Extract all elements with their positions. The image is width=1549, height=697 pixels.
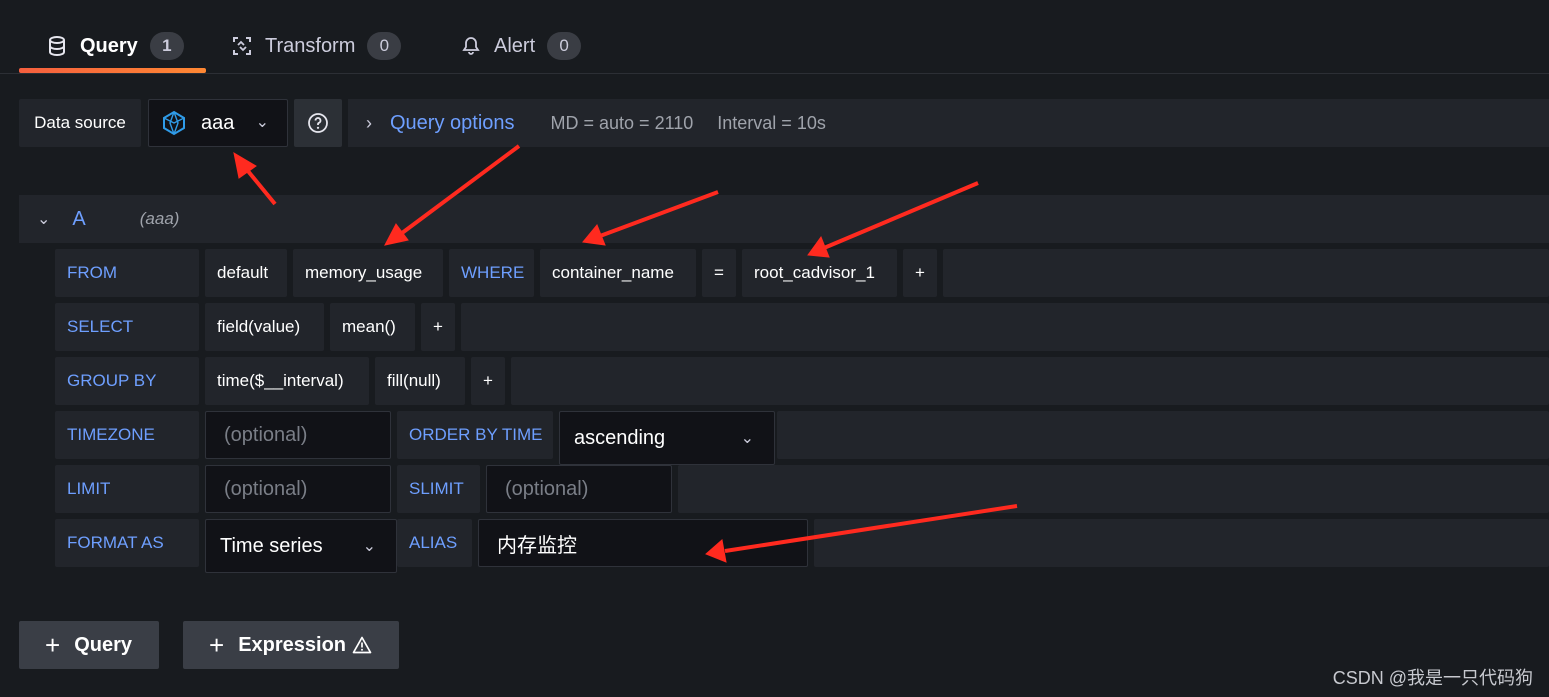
tab-query-count: 1 bbox=[149, 32, 184, 60]
chevron-down-icon: ⌄ bbox=[362, 538, 376, 555]
warning-icon bbox=[352, 636, 372, 654]
transform-icon bbox=[231, 35, 253, 57]
where-tag-key[interactable]: container_name bbox=[540, 249, 696, 297]
tab-alert[interactable]: Alert 0 bbox=[460, 20, 582, 72]
group-by-keyword: GROUP BY bbox=[55, 357, 199, 405]
where-operator[interactable]: = bbox=[702, 249, 736, 297]
select-row-filler bbox=[461, 303, 1549, 351]
query-options-title: Query options bbox=[390, 111, 515, 134]
tab-query-label: Query bbox=[80, 34, 138, 57]
order-by-time-keyword: ORDER BY TIME bbox=[397, 411, 553, 459]
select-field[interactable]: field(value) bbox=[205, 303, 324, 351]
tab-alert-count: 0 bbox=[547, 32, 582, 60]
limit-row-filler bbox=[678, 465, 1549, 513]
tab-transform[interactable]: Transform 0 bbox=[231, 20, 402, 72]
slimit-input[interactable]: (optional) bbox=[486, 465, 672, 513]
tab-transform-label: Transform bbox=[265, 34, 356, 57]
select-keyword: SELECT bbox=[55, 303, 199, 351]
query-row-header[interactable]: ⌄ A (aaa) bbox=[19, 195, 1549, 243]
query-editor-tabs: Query 1 Transform 0 Alert 0 bbox=[0, 0, 1549, 74]
format-as-keyword: FORMAT AS bbox=[55, 519, 199, 567]
chevron-down-icon: ⌄ bbox=[255, 114, 269, 131]
chevron-right-icon: › bbox=[366, 112, 372, 133]
tab-transform-count: 0 bbox=[367, 32, 402, 60]
timezone-keyword: TIMEZONE bbox=[55, 411, 199, 459]
from-row-filler bbox=[943, 249, 1549, 297]
from-keyword: FROM bbox=[55, 249, 199, 297]
add-query-button[interactable]: + Query bbox=[19, 621, 159, 669]
chevron-down-icon[interactable]: ⌄ bbox=[37, 209, 50, 229]
chevron-down-icon: ⌄ bbox=[740, 430, 754, 447]
limit-input[interactable]: (optional) bbox=[205, 465, 391, 513]
tab-alert-label: Alert bbox=[494, 34, 536, 57]
add-expression-label: Expression bbox=[238, 633, 347, 656]
where-tag-value[interactable]: root_cadvisor_1 bbox=[742, 249, 897, 297]
alias-keyword: ALIAS bbox=[397, 519, 472, 567]
add-group-by-button[interactable]: + bbox=[471, 357, 505, 405]
alias-input[interactable]: 内存监控 bbox=[478, 519, 808, 567]
order-by-time-value: ascending bbox=[574, 426, 666, 449]
where-keyword: WHERE bbox=[449, 249, 534, 297]
slimit-keyword: SLIMIT bbox=[397, 465, 480, 513]
group-by-row-filler bbox=[511, 357, 1549, 405]
add-expression-button[interactable]: + Expression bbox=[183, 621, 399, 669]
query-options-md: MD = auto = 2110 bbox=[550, 112, 694, 133]
select-function[interactable]: mean() bbox=[330, 303, 415, 351]
watermark-text: CSDN @我是一只代码狗 bbox=[1332, 668, 1533, 688]
influxdb-icon bbox=[161, 110, 187, 136]
plus-icon: + bbox=[45, 629, 61, 660]
group-by-time[interactable]: time($__interval) bbox=[205, 357, 369, 405]
order-by-time-select[interactable]: ascending ⌄ bbox=[559, 411, 775, 465]
query-datasource-name: (aaa) bbox=[139, 209, 180, 228]
datasource-label: Data source bbox=[19, 99, 141, 147]
add-query-label: Query bbox=[74, 633, 132, 656]
help-icon bbox=[307, 112, 329, 134]
group-by-fill[interactable]: fill(null) bbox=[375, 357, 465, 405]
datasource-picker[interactable]: aaa ⌄ bbox=[148, 99, 288, 147]
query-ref-id[interactable]: A bbox=[72, 208, 85, 231]
format-row-filler bbox=[814, 519, 1549, 567]
database-icon bbox=[46, 35, 68, 57]
timezone-row-filler bbox=[777, 411, 1549, 459]
add-where-button[interactable]: + bbox=[903, 249, 937, 297]
format-as-value: Time series bbox=[220, 534, 323, 557]
from-measurement[interactable]: memory_usage bbox=[293, 249, 443, 297]
datasource-selected: aaa bbox=[201, 111, 235, 134]
query-options-interval: Interval = 10s bbox=[717, 112, 826, 133]
active-tab-indicator bbox=[19, 68, 206, 73]
add-select-button[interactable]: + bbox=[421, 303, 455, 351]
tab-query[interactable]: Query 1 bbox=[46, 20, 184, 72]
datasource-help-button[interactable] bbox=[294, 99, 342, 147]
from-policy[interactable]: default bbox=[205, 249, 287, 297]
timezone-input[interactable]: (optional) bbox=[205, 411, 391, 459]
bell-icon bbox=[460, 35, 482, 57]
query-options-bar[interactable]: › Query options MD = auto = 2110 Interva… bbox=[348, 99, 1549, 147]
limit-keyword: LIMIT bbox=[55, 465, 199, 513]
format-as-select[interactable]: Time series ⌄ bbox=[205, 519, 397, 573]
plus-icon: + bbox=[209, 629, 225, 660]
